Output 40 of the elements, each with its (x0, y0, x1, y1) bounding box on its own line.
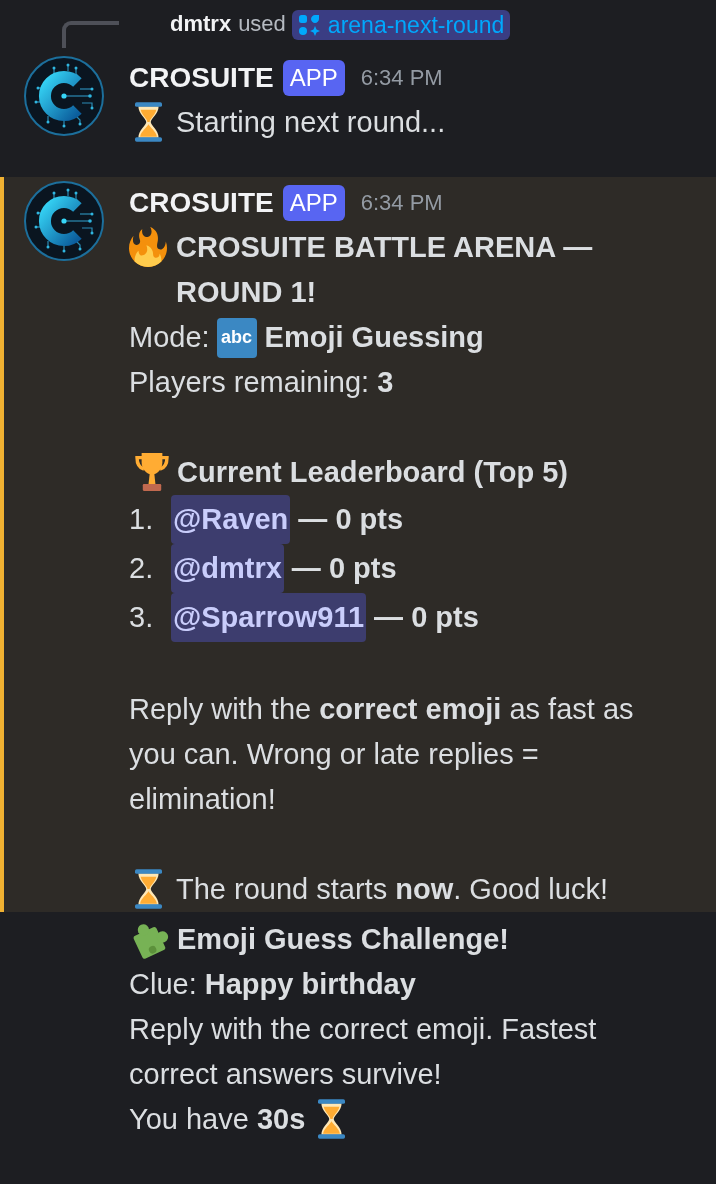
command-icon (298, 14, 320, 36)
message-text: The round starts now. Good luck! (176, 873, 608, 905)
challenge-title: Emoji Guess Challenge! (177, 923, 509, 955)
score-text: — 0 pts (374, 601, 479, 634)
trophy-icon (135, 453, 169, 491)
user-mention[interactable]: @Raven (171, 495, 291, 544)
reply-username[interactable]: dmtrx (170, 6, 232, 42)
bot-avatar[interactable] (24, 56, 104, 136)
timestamp: 6:34 PM (360, 64, 443, 91)
hourglass-icon (135, 869, 162, 909)
rank-number: 1. (129, 503, 155, 536)
message-text: Reply with the correct emoji. Fastest correct answers survive! (129, 1013, 597, 1090)
hourglass-icon (318, 1099, 346, 1139)
mode-value: Emoji Guessing (264, 321, 484, 354)
bot-avatar[interactable] (24, 181, 104, 261)
command-link[interactable]: arena-next-round (291, 10, 511, 40)
fire-icon (129, 227, 167, 267)
score-text: — 0 pts (298, 503, 404, 536)
rank-number: 3. (129, 601, 155, 634)
mode-label: Mode: (129, 321, 210, 354)
message-text: You have 30s (129, 1103, 306, 1135)
leaderboard-title: Current Leaderboard (Top 5) (177, 456, 568, 488)
score-text: — 0 pts (291, 552, 397, 585)
abc-emoji-tile: abc (216, 317, 257, 358)
author-name[interactable]: CROSUITE (129, 186, 274, 219)
reply-connector (62, 21, 119, 48)
rank-number: 2. (129, 552, 155, 585)
user-mention[interactable]: @dmtrx (171, 544, 284, 593)
message-text: Clue: Happy birthday (129, 968, 416, 1000)
message-text: Reply with the correct emoji as fast as you can. Wrong or late replies = elimination! (129, 693, 634, 815)
app-tag: APP (282, 59, 345, 96)
message-heading: CROSUITE BATTLE ARENA — ROUND 1! (176, 230, 594, 310)
hourglass-icon (135, 102, 162, 142)
user-mention[interactable]: @Sparrow911 (171, 593, 367, 642)
message-text: Starting next round... (176, 106, 446, 138)
app-tag: APP (282, 184, 345, 221)
timestamp: 6:34 PM (360, 189, 443, 216)
reply-action-text: used (238, 10, 286, 38)
author-name[interactable]: CROSUITE (129, 61, 274, 94)
message-text: Players remaining: 3 (129, 366, 394, 398)
